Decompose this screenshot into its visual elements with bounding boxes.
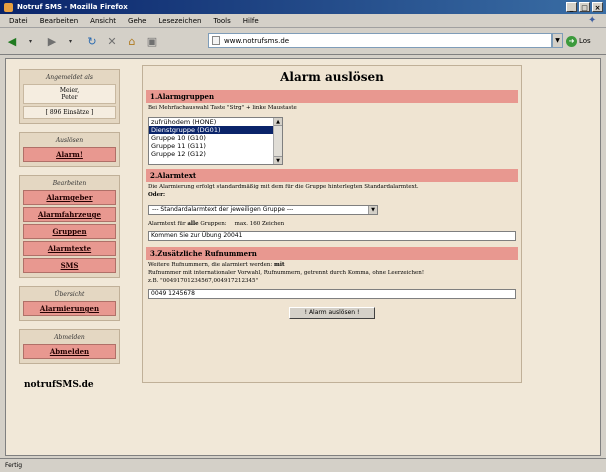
custom-label-bold: alle bbox=[187, 220, 199, 227]
page-content: Angemeldet als Meier, Peter [ 896 Einsät… bbox=[5, 58, 601, 456]
page-icon bbox=[212, 36, 220, 45]
url-dropdown-icon[interactable]: ▼ bbox=[552, 33, 563, 48]
page-title: Alarm auslösen bbox=[280, 70, 384, 84]
trigger-heading: Auslösen bbox=[55, 137, 84, 144]
window-titlebar: Notruf SMS - Mozilla Firefox _ □ × bbox=[0, 0, 606, 14]
minimize-button[interactable]: _ bbox=[566, 2, 577, 12]
numbers-info-line2: Rufnummern, getrennt durch Komma, ohne L… bbox=[263, 269, 425, 276]
phone-numbers-input[interactable]: 0049 1245678 bbox=[148, 288, 516, 299]
status-bar: Fertig bbox=[0, 458, 606, 472]
list-item[interactable]: Gruppe 12 (G12) bbox=[149, 150, 282, 158]
trigger-alarm-button[interactable]: ! Alarm auslösen ! bbox=[289, 306, 375, 319]
login-heading: Angemeldet als bbox=[45, 74, 94, 81]
user-first-name: Peter bbox=[61, 94, 78, 101]
chevron-down-icon[interactable]: ▼ bbox=[368, 205, 377, 214]
home-icon[interactable]: ⌂ bbox=[124, 33, 140, 51]
stop-icon[interactable]: ✕ bbox=[104, 33, 120, 51]
sidebar-item-alarmtexte[interactable]: Alarmtexte bbox=[23, 241, 116, 256]
trigger-box: Auslösen Alarm! bbox=[19, 132, 120, 167]
throbber-icon: ✦ bbox=[588, 15, 597, 26]
alarm-form: Alarm auslösen 1.Alarmgruppen Bei Mehrfa… bbox=[142, 65, 522, 383]
reload-icon[interactable]: ↻ bbox=[84, 33, 100, 51]
navigation-toolbar: ◀ ▾ ▶ ▾ ↻ ✕ ⌂ ▣ ▼ ➜ Los bbox=[0, 29, 606, 55]
edit-box: Bearbeiten Alarmgeber Alarmfahrzeuge Gru… bbox=[19, 175, 120, 278]
list-item[interactable]: Gruppe 10 (G10) bbox=[149, 134, 282, 142]
text-info: Die Alarmierung erfolgt standardmäßig mi… bbox=[146, 182, 518, 202]
list-item-selected[interactable]: Dienstgruppe (DG01) bbox=[149, 125, 282, 134]
sidebar-item-alarmierungen[interactable]: Alarmierungen bbox=[23, 301, 116, 316]
firefox-icon bbox=[4, 2, 13, 12]
section-groups-heading: 1.Alarmgruppen bbox=[146, 90, 518, 103]
alarm-text-select-value: --- Standardalarmtext der jeweiligen Gru… bbox=[152, 205, 294, 213]
sidebar-item-alarmgeber[interactable]: Alarmgeber bbox=[23, 190, 116, 205]
window-title: Notruf SMS - Mozilla Firefox bbox=[17, 3, 128, 11]
edit-heading: Bearbeiten bbox=[52, 180, 87, 187]
sidebar-item-alarmfahrzeuge[interactable]: Alarmfahrzeuge bbox=[23, 207, 116, 222]
text-info-line: Die Alarmierung erfolgt standardmäßig mi… bbox=[148, 183, 419, 190]
sidebar-item-gruppen[interactable]: Gruppen bbox=[23, 224, 116, 239]
go-button[interactable]: ➜ Los bbox=[566, 34, 591, 48]
menu-file[interactable]: Datei bbox=[3, 17, 34, 25]
menu-bookmarks[interactable]: Lesezeichen bbox=[153, 17, 208, 25]
numbers-info-example: z.B. "00491701234567,004917212345" bbox=[148, 277, 258, 284]
group-listbox[interactable]: zufrühodem (HONE) Dienstgruppe (DG01) Gr… bbox=[148, 116, 283, 165]
brand-logo: notrufSMS.de bbox=[24, 380, 94, 390]
numbers-info-line1: Weitere Rufnummern, die alarmiert werden… bbox=[148, 261, 273, 268]
numbers-info: Weitere Rufnummern, die alarmiert werden… bbox=[148, 261, 425, 284]
menu-tools[interactable]: Tools bbox=[208, 17, 237, 25]
go-label: Los bbox=[579, 37, 591, 45]
menu-help[interactable]: Hilfe bbox=[237, 17, 265, 25]
logout-box: Abmelden Abmelden bbox=[19, 329, 120, 364]
sidebar: Angemeldet als Meier, Peter [ 896 Einsät… bbox=[19, 69, 120, 390]
numbers-info-prefix: Rufnummer mit internationaler Vorwahl bbox=[148, 269, 261, 276]
user-last-name: Meier, bbox=[59, 87, 80, 94]
login-box: Angemeldet als Meier, Peter [ 896 Einsät… bbox=[19, 69, 120, 124]
url-input[interactable] bbox=[224, 36, 524, 45]
section-numbers-heading: 3.Zusätzliche Rufnummern bbox=[146, 246, 518, 260]
maximize-button[interactable]: □ bbox=[579, 2, 590, 12]
sidebar-item-sms[interactable]: SMS bbox=[23, 258, 116, 273]
menu-edit[interactable]: Bearbeiten bbox=[34, 17, 84, 25]
close-button[interactable]: × bbox=[592, 2, 603, 12]
groups-hint: Bei Mehrfachauswahl Taste "Strg" + linke… bbox=[148, 105, 297, 111]
logout-heading: Abmelden bbox=[54, 334, 85, 341]
forward-icon[interactable]: ▶ bbox=[44, 33, 60, 51]
custom-label-suffix: Gruppen: bbox=[200, 220, 227, 227]
listbox-scrollbar[interactable]: ▲ ▼ bbox=[273, 117, 282, 164]
trigger-alarm-link[interactable]: Alarm! bbox=[23, 147, 116, 162]
user-name: Meier, Peter bbox=[23, 84, 116, 104]
print-icon[interactable]: ▣ bbox=[144, 33, 160, 51]
list-item[interactable]: Gruppe 11 (G11) bbox=[149, 142, 282, 150]
address-bar[interactable] bbox=[208, 33, 552, 48]
custom-text-label: Alarmtext für alle Gruppen: bbox=[148, 221, 227, 227]
overview-box: Übersicht Alarmierungen bbox=[19, 286, 120, 321]
menu-view[interactable]: Ansicht bbox=[84, 17, 122, 25]
go-arrow-icon: ➜ bbox=[566, 35, 577, 47]
text-info-or: Oder: bbox=[148, 191, 166, 198]
section-text-heading: 2.Alarmtext bbox=[146, 168, 518, 182]
overview-heading: Übersicht bbox=[54, 291, 85, 298]
scroll-up-icon[interactable]: ▲ bbox=[274, 117, 282, 126]
custom-label-prefix: Alarmtext für bbox=[148, 220, 186, 227]
menu-go[interactable]: Gehe bbox=[122, 17, 152, 25]
logout-link[interactable]: Abmelden bbox=[23, 344, 116, 359]
scroll-down-icon[interactable]: ▼ bbox=[274, 155, 282, 164]
alarm-text-select[interactable]: --- Standardalarmtext der jeweiligen Gru… bbox=[148, 204, 378, 215]
forward-dropdown-icon[interactable]: ▾ bbox=[64, 33, 80, 51]
custom-text-hint: max. 160 Zeichen bbox=[234, 220, 285, 227]
list-item[interactable]: zufrühodem (HONE) bbox=[149, 118, 282, 126]
numbers-info-bold: mit bbox=[274, 261, 285, 268]
custom-text-label-row: Alarmtext für alle Gruppen: max. 160 Zei… bbox=[146, 218, 518, 230]
back-icon[interactable]: ◀ bbox=[4, 33, 20, 51]
sms-credit: [ 896 Einsätze ] bbox=[23, 106, 116, 119]
back-dropdown-icon[interactable]: ▾ bbox=[24, 33, 40, 51]
custom-alarm-text-input[interactable]: Kommen Sie zur Übung 20041 bbox=[148, 230, 516, 241]
menu-bar: Datei Bearbeiten Ansicht Gehe Lesezeiche… bbox=[0, 14, 606, 28]
